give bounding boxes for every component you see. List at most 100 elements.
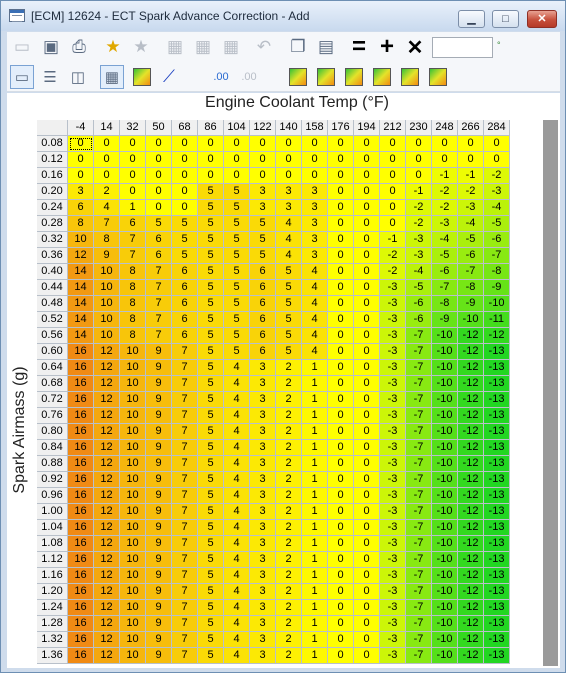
table-cell[interactable]: 5 (146, 216, 172, 232)
row-header[interactable]: 1.28 (37, 616, 68, 632)
layout-vertical-icon[interactable]: ◫ (66, 65, 90, 89)
table-cell[interactable]: -4 (484, 200, 510, 216)
table-cell[interactable]: 0 (172, 152, 198, 168)
table-cell[interactable]: 7 (172, 584, 198, 600)
table-cell[interactable]: -10 (432, 440, 458, 456)
table-cell[interactable]: -12 (458, 616, 484, 632)
table-cell[interactable]: -3 (380, 472, 406, 488)
table-cell[interactable]: -5 (432, 248, 458, 264)
row-header[interactable]: 0.72 (37, 392, 68, 408)
table-cell[interactable]: 5 (224, 248, 250, 264)
table-cell[interactable]: -10 (432, 504, 458, 520)
open-folder-icon[interactable]: ▭ (10, 35, 34, 59)
table-cell[interactable]: 5 (276, 312, 302, 328)
table-cell[interactable]: 0 (354, 408, 380, 424)
table-cell[interactable]: -6 (484, 232, 510, 248)
table-cell[interactable]: 0 (250, 152, 276, 168)
table-cell[interactable]: 6 (146, 232, 172, 248)
table-cell[interactable]: 4 (224, 408, 250, 424)
table-cell[interactable]: -7 (406, 536, 432, 552)
table-cell[interactable]: -12 (458, 376, 484, 392)
row-header[interactable]: 0.88 (37, 456, 68, 472)
table-cell[interactable]: 5 (198, 216, 224, 232)
table-cell[interactable]: -3 (380, 296, 406, 312)
table-cell[interactable]: -10 (432, 392, 458, 408)
table-cell[interactable]: 0 (146, 200, 172, 216)
table-cell[interactable]: 0 (328, 248, 354, 264)
table-cell[interactable]: 0 (224, 168, 250, 184)
table-cell[interactable]: -4 (432, 232, 458, 248)
table-cell[interactable]: -6 (432, 264, 458, 280)
table-cell[interactable]: 7 (146, 312, 172, 328)
table-cell[interactable]: -1 (406, 184, 432, 200)
table-cell[interactable]: 0 (328, 344, 354, 360)
table-cell[interactable]: 5 (172, 232, 198, 248)
table-cell[interactable]: 5 (198, 328, 224, 344)
table-cell[interactable]: 5 (198, 344, 224, 360)
table-cell[interactable]: 16 (68, 408, 94, 424)
table-cell[interactable]: 0 (328, 312, 354, 328)
table-cell[interactable]: 10 (120, 488, 146, 504)
table-cell[interactable]: 0 (302, 136, 328, 152)
increase-precision-icon[interactable]: .00 (209, 65, 233, 89)
table-cell[interactable]: 3 (250, 632, 276, 648)
table-cell[interactable]: 14 (68, 328, 94, 344)
plus-icon[interactable]: + (375, 33, 399, 60)
table-cell[interactable]: 10 (120, 616, 146, 632)
row-header[interactable]: 0.08 (37, 136, 68, 152)
table-cell[interactable]: -3 (458, 200, 484, 216)
table-cell[interactable]: 16 (68, 424, 94, 440)
table-cell[interactable]: 4 (302, 264, 328, 280)
table-cell[interactable]: 0 (276, 152, 302, 168)
table-cell[interactable]: 0 (354, 456, 380, 472)
color-scale-icon[interactable] (133, 68, 151, 86)
table-cell[interactable]: 3 (250, 520, 276, 536)
table-cell[interactable]: -3 (406, 232, 432, 248)
table-cell[interactable]: -10 (484, 296, 510, 312)
table-cell[interactable]: -7 (406, 552, 432, 568)
table-cell[interactable]: 16 (68, 568, 94, 584)
table-cell[interactable]: 0 (354, 344, 380, 360)
table-cell[interactable]: 5 (198, 312, 224, 328)
column-header[interactable]: 158 (302, 120, 328, 136)
table-cell[interactable]: 0 (484, 136, 510, 152)
table-cell[interactable]: 9 (146, 472, 172, 488)
table-cell[interactable]: 9 (146, 344, 172, 360)
table-cell[interactable]: 10 (94, 328, 120, 344)
table-cell[interactable]: -13 (484, 616, 510, 632)
table-cell[interactable]: -12 (458, 632, 484, 648)
color-mode-6-icon[interactable] (429, 68, 447, 86)
layout-horizontal-icon[interactable]: ☰ (38, 65, 62, 89)
table-cell[interactable]: 4 (224, 456, 250, 472)
table-cell[interactable]: -13 (484, 568, 510, 584)
table-cell[interactable]: 2 (276, 376, 302, 392)
table-cell[interactable]: 3 (250, 456, 276, 472)
table-cell[interactable]: 10 (120, 360, 146, 376)
table-cell[interactable]: -12 (458, 408, 484, 424)
table-cell[interactable]: 14 (68, 312, 94, 328)
table-cell[interactable]: 4 (224, 600, 250, 616)
table-cell[interactable]: 7 (172, 504, 198, 520)
table-cell[interactable]: -3 (432, 216, 458, 232)
table-cell[interactable]: 8 (68, 216, 94, 232)
table-cell[interactable]: 5 (250, 216, 276, 232)
table-cell[interactable]: 14 (68, 264, 94, 280)
table-cell[interactable]: -7 (406, 376, 432, 392)
table-cell[interactable]: 1 (302, 648, 328, 664)
table-cell[interactable]: 0 (302, 168, 328, 184)
table-cell[interactable]: 0 (328, 584, 354, 600)
table-cell[interactable]: 5 (250, 248, 276, 264)
table-cell[interactable]: 9 (146, 584, 172, 600)
table-cell[interactable]: 7 (172, 392, 198, 408)
table-cell[interactable]: -2 (406, 200, 432, 216)
column-header[interactable]: 248 (432, 120, 458, 136)
table-cell[interactable]: -10 (432, 472, 458, 488)
table-cell[interactable]: -10 (432, 584, 458, 600)
table-cell[interactable]: 10 (120, 632, 146, 648)
table-cell[interactable]: -7 (406, 616, 432, 632)
table-cell[interactable]: 0 (458, 152, 484, 168)
maximize-button[interactable]: □ (492, 10, 519, 28)
table-cell[interactable]: 9 (146, 440, 172, 456)
table-cell[interactable]: 0 (432, 136, 458, 152)
table-cell[interactable]: 6 (172, 328, 198, 344)
